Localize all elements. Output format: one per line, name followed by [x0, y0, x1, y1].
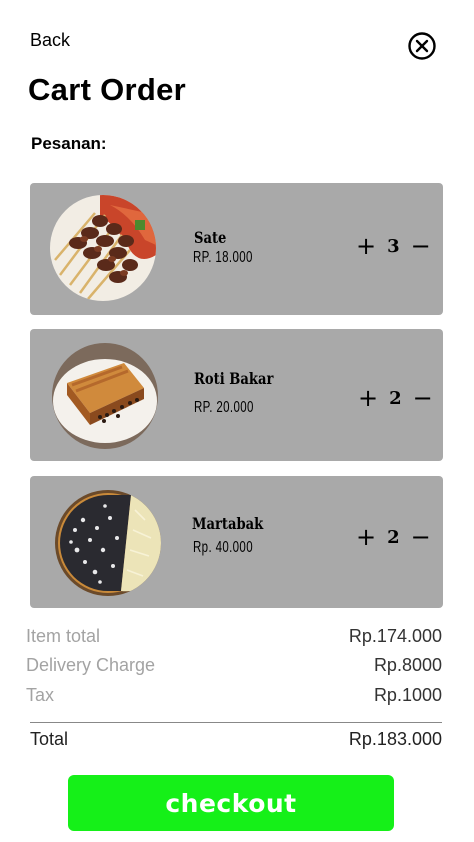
food-image-sate — [50, 195, 156, 301]
minus-icon[interactable]: − — [413, 386, 433, 410]
tax-label: Tax — [26, 685, 55, 705]
delivery-charge-value: Rp.8000 — [373, 655, 442, 675]
checkout-button[interactable]: checkout — [68, 775, 394, 831]
plus-icon[interactable]: + — [356, 525, 376, 549]
total-label: Total — [30, 729, 69, 749]
quantity-value: 3 — [387, 235, 400, 257]
summary-divider — [30, 722, 442, 723]
food-image-roti-bakar — [52, 343, 158, 449]
item-name: Roti Bakar — [194, 369, 274, 388]
page-title: Cart Order — [28, 72, 187, 107]
section-label: Pesanan: — [31, 134, 107, 153]
minus-icon[interactable]: − — [411, 234, 431, 258]
delivery-charge-label: Delivery Charge — [26, 655, 156, 675]
cart-item-martabak: Martabak Rp. 40.000 + 2 − — [30, 476, 443, 608]
plus-icon[interactable]: + — [356, 234, 376, 258]
cart-item-roti-bakar: Roti Bakar RP. 20.000 + 2 − — [30, 329, 443, 461]
minus-icon[interactable]: − — [411, 525, 431, 549]
item-name: Martabak — [192, 514, 264, 533]
item-total-value: Rp.174.000 — [348, 626, 442, 646]
quantity-value: 2 — [387, 526, 400, 548]
item-name: Sate — [194, 228, 227, 247]
total-value: Rp.183.000 — [348, 729, 442, 749]
back-button[interactable]: Back — [30, 30, 70, 51]
item-total-label: Item total — [26, 626, 101, 646]
item-price: Rp. 40.000 — [193, 539, 253, 556]
quantity-stepper: + 3 − — [356, 234, 431, 258]
tax-value: Rp.1000 — [373, 685, 442, 705]
quantity-stepper: + 2 − — [356, 525, 431, 549]
quantity-stepper: + 2 − — [358, 386, 433, 410]
quantity-value: 2 — [389, 387, 402, 409]
item-price: RP. 20.000 — [194, 399, 254, 416]
item-price: RP. 18.000 — [193, 249, 253, 266]
close-button[interactable] — [408, 32, 436, 60]
plus-icon[interactable]: + — [358, 386, 378, 410]
cart-item-sate: Sate RP. 18.000 + 3 − — [30, 183, 443, 315]
close-circle-icon — [408, 32, 436, 60]
food-image-martabak — [55, 490, 161, 596]
